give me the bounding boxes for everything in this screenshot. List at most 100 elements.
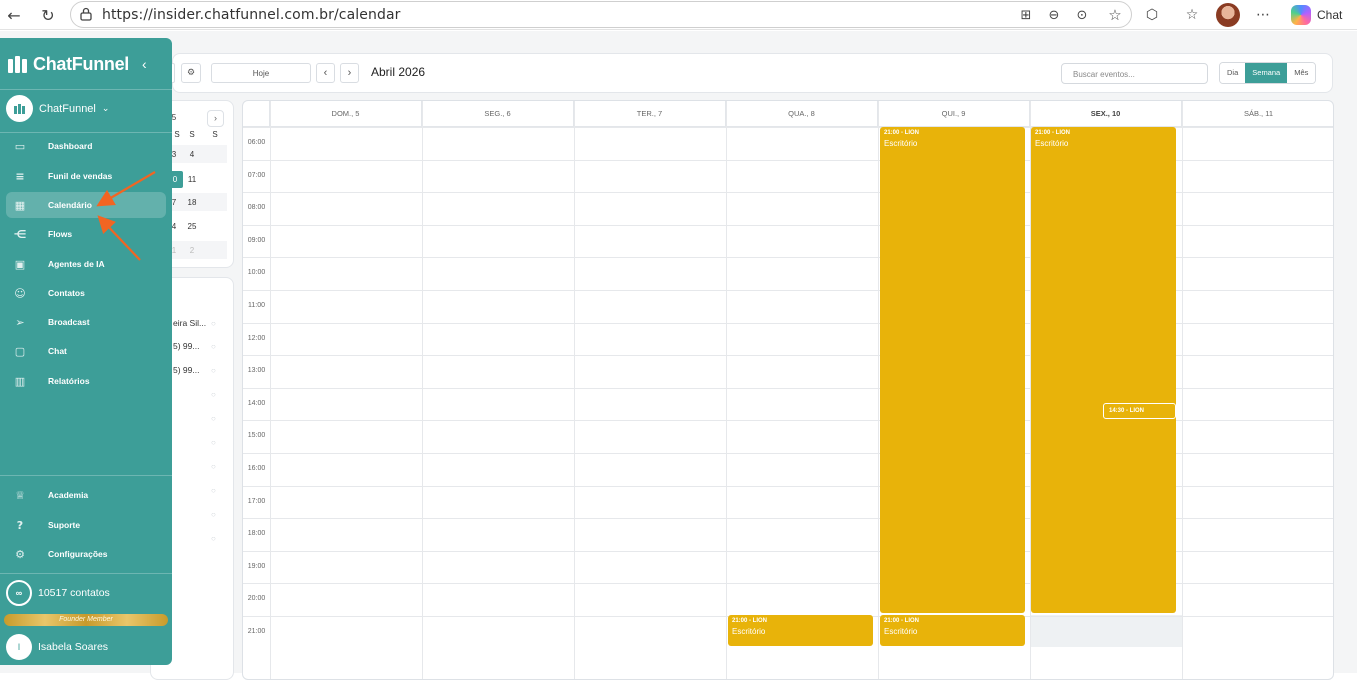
- graduation-icon: ♕: [15, 488, 25, 502]
- favorites-icon[interactable]: ☆: [1180, 3, 1204, 27]
- nav-label: Calendário: [48, 200, 92, 210]
- column-divider: [1182, 101, 1183, 679]
- lock-icon: [80, 7, 92, 21]
- prev-week-button[interactable]: ‹: [316, 63, 335, 83]
- back-icon[interactable]: ←: [2, 3, 26, 27]
- bot-icon: ▣: [14, 257, 26, 271]
- chat-icon: ▢: [14, 344, 26, 358]
- nav-label: Chat: [48, 346, 67, 356]
- contact-checkbox[interactable]: ○: [211, 319, 216, 328]
- view-day-button[interactable]: Dia: [1220, 63, 1246, 83]
- nav-configuracoes[interactable]: ⚙ Configurações: [6, 541, 166, 567]
- event-block-small[interactable]: 14:30 - LION: [1103, 403, 1176, 419]
- nav-label: Funil de vendas: [48, 171, 113, 181]
- day-header[interactable]: QUA., 8: [726, 101, 878, 127]
- chevron-down-icon: ⌄: [101, 103, 110, 113]
- brand[interactable]: ChatFunnel: [8, 54, 129, 75]
- day-header[interactable]: SÁB., 11: [1182, 101, 1333, 127]
- contacts-count: 10517 contatos: [38, 587, 110, 599]
- copilot-icon: [1291, 4, 1311, 25]
- event-block[interactable]: 21:00 - LION Escritório: [1031, 127, 1176, 613]
- founder-member-badge: Founder Member: [4, 614, 168, 626]
- current-month-title: Abril 2026: [371, 65, 426, 79]
- calendar-toolbar: ⚙ Hoje ‹ › Abril 2026 Buscar eventos... …: [171, 53, 1333, 93]
- hour-label: 15:00: [247, 432, 266, 439]
- mini-weekday-header: S: [189, 130, 195, 139]
- nav-dashboard[interactable]: ▭ Dashboard: [6, 133, 166, 159]
- chatfunnel-logo-icon: [8, 56, 27, 73]
- search-events-input[interactable]: Buscar eventos...: [1061, 63, 1208, 84]
- view-week-button[interactable]: Semana: [1245, 63, 1288, 83]
- day-header[interactable]: DOM., 5: [270, 101, 422, 127]
- favorite-star-icon[interactable]: ☆: [1103, 3, 1127, 27]
- nav-contatos[interactable]: ☺ Contatos: [6, 280, 166, 306]
- mini-day[interactable]: 4: [184, 150, 200, 159]
- day-header-today[interactable]: SEX., 10: [1030, 101, 1182, 127]
- contact-checkbox[interactable]: ○: [211, 366, 216, 375]
- contact-item[interactable]: 5) 99...: [173, 365, 199, 375]
- contact-item[interactable]: 5) 99...: [173, 341, 199, 351]
- contact-item[interactable]: eira Sil...: [173, 318, 206, 328]
- contact-checkbox[interactable]: ○: [211, 342, 216, 351]
- hour-label: 09:00: [247, 237, 266, 244]
- zoom-out-icon[interactable]: ⊖: [1042, 3, 1066, 27]
- nav-agentes-de-ia[interactable]: ▣ Agentes de IA: [6, 251, 166, 277]
- profile-avatar[interactable]: [1216, 3, 1240, 27]
- nav-label: Agentes de IA: [48, 259, 105, 269]
- address-bar[interactable]: https://insider.chatfunnel.com.br/calend…: [70, 1, 1132, 28]
- nav-funil-de-vendas[interactable]: ≡ Funil de vendas: [6, 163, 166, 189]
- contact-checkbox[interactable]: ○: [211, 486, 216, 495]
- today-button[interactable]: Hoje: [211, 63, 311, 83]
- contact-checkbox[interactable]: ○: [211, 534, 216, 543]
- contact-checkbox[interactable]: ○: [211, 462, 216, 471]
- more-tools-icon[interactable]: ⊙: [1070, 3, 1094, 27]
- hour-label: 16:00: [247, 465, 266, 472]
- day-header[interactable]: QUI., 9: [878, 101, 1030, 127]
- nav-chat[interactable]: ▢ Chat: [6, 338, 166, 364]
- nav-flows[interactable]: ⋲ Flows: [6, 221, 166, 247]
- user-profile[interactable]: I Isabela Soares: [6, 634, 108, 660]
- view-switcher: Dia Semana Mês: [1219, 62, 1317, 84]
- apps-icon[interactable]: ⊞: [1014, 3, 1038, 27]
- nav-academia[interactable]: ♕ Academia: [6, 482, 166, 508]
- hour-label: 10:00: [247, 269, 266, 276]
- day-header[interactable]: TER., 7: [574, 101, 726, 127]
- event-time: 21:00 - LION: [732, 618, 768, 624]
- settings-gear-icon[interactable]: ⚙: [181, 63, 201, 83]
- flows-icon: ⋲: [13, 227, 27, 241]
- hour-label: 21:00: [247, 628, 266, 635]
- gear-icon: ⚙: [15, 547, 25, 561]
- day-header[interactable]: SEG., 6: [422, 101, 574, 127]
- event-block[interactable]: 21:00 - LION Escritório: [880, 127, 1025, 613]
- event-block[interactable]: 21:00 - LION Escritório: [880, 615, 1025, 646]
- mini-next-month-button[interactable]: ›: [207, 110, 224, 127]
- mini-day-other-month[interactable]: 2: [184, 246, 200, 255]
- collapse-sidebar-icon[interactable]: ‹: [142, 56, 147, 72]
- workspace-switcher[interactable]: ChatFunnel ⌄: [6, 95, 109, 122]
- hour-label: 14:00: [247, 400, 266, 407]
- nav-suporte[interactable]: ? Suporte: [6, 512, 166, 538]
- column-divider: [878, 101, 879, 679]
- contact-checkbox[interactable]: ○: [211, 438, 216, 447]
- nav-label: Academia: [48, 490, 89, 500]
- view-month-button[interactable]: Mês: [1287, 63, 1316, 83]
- nav-calendario[interactable]: ▦ Calendário: [6, 192, 166, 218]
- event-time: 21:00 - LION: [884, 618, 920, 624]
- workspace-name: ChatFunnel: [39, 102, 96, 115]
- event-title: Escritório: [1035, 139, 1069, 148]
- more-menu-icon[interactable]: ⋯: [1251, 3, 1275, 27]
- contact-checkbox[interactable]: ○: [211, 390, 216, 399]
- copilot-chat-button[interactable]: Chat: [1285, 2, 1351, 27]
- chat-label: Chat: [1317, 7, 1343, 22]
- contact-checkbox[interactable]: ○: [211, 510, 216, 519]
- reload-icon[interactable]: ↻: [36, 3, 60, 27]
- nav-relatorios[interactable]: ▥ Relatórios: [6, 368, 166, 394]
- mini-day[interactable]: 11: [184, 175, 200, 184]
- mini-day[interactable]: 25: [184, 222, 200, 231]
- next-week-button[interactable]: ›: [340, 63, 359, 83]
- mini-day[interactable]: 18: [184, 198, 200, 207]
- nav-broadcast[interactable]: ➢ Broadcast: [6, 309, 166, 335]
- extensions-icon[interactable]: ⬡: [1140, 3, 1164, 27]
- contact-checkbox[interactable]: ○: [211, 414, 216, 423]
- event-block[interactable]: 21:00 - LION Escritório: [728, 615, 873, 646]
